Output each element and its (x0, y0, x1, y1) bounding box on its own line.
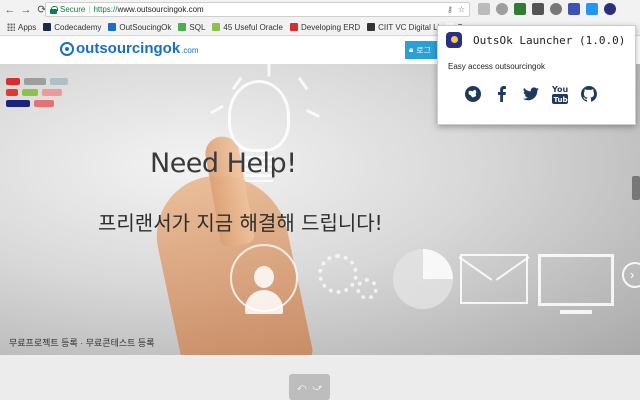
lock-icon (50, 5, 58, 14)
extension-icon-4[interactable] (532, 3, 544, 15)
youtube-icon[interactable]: You Tube (545, 84, 574, 104)
bookmark-favicon-icon (108, 23, 117, 31)
bookmark-label: SQL (189, 22, 206, 32)
bookmark-label: OutSoucingOk (119, 22, 172, 32)
outsok-launcher-extension-icon[interactable] (604, 3, 616, 15)
globe-icon[interactable] (458, 84, 487, 104)
browser-toolbar: ← → ⟳ Secure | https:// www.outsourcingo… (0, 0, 640, 19)
svg-text:You: You (551, 85, 569, 94)
monitor-stand (560, 310, 592, 314)
secure-label: Secure (60, 5, 86, 14)
logo-mark-icon (60, 41, 74, 56)
partner-logo (34, 100, 54, 107)
apps-grid-icon (7, 23, 15, 31)
extension-icon-6[interactable] (568, 3, 580, 15)
partner-logo (6, 78, 20, 85)
partner-logo (6, 100, 30, 107)
site-logo[interactable]: outsourcingok .com (60, 40, 199, 57)
person-icon (254, 266, 274, 288)
url-scheme: https:// (93, 5, 118, 14)
logo-text: outsourcingok (76, 40, 181, 57)
extension-toolbar (478, 3, 616, 15)
login-lock-icon: 🔒︎ (409, 45, 414, 54)
gear-icon (318, 254, 358, 294)
partner-logo (24, 78, 46, 85)
monitor-icon (538, 254, 614, 306)
twitter-icon[interactable] (516, 84, 545, 104)
bookmark-label: Developing ERD (301, 22, 361, 32)
bookmark-item[interactable]: OutSoucingOk (108, 23, 171, 32)
bookmark-item[interactable]: Codecademy (43, 23, 101, 32)
url-host: www.outsourcingok.com (117, 5, 204, 14)
extension-icon-1[interactable] (478, 3, 490, 15)
pie-chart-icon (393, 249, 453, 309)
popup-link-row: You Tube (458, 84, 635, 104)
partner-logo (42, 89, 62, 96)
bookmark-item[interactable]: SQL (178, 23, 205, 32)
bookmark-item[interactable]: CIIT VC Digital Li (367, 23, 439, 32)
scrollbar-thumb[interactable] (632, 176, 640, 200)
extension-icon-7[interactable] (586, 3, 598, 15)
bookmark-item[interactable]: Developing ERD (290, 23, 360, 32)
carousel-controls[interactable]: ⤺ ⤻ (289, 374, 330, 400)
extension-icon-2[interactable] (496, 3, 508, 15)
bookmark-star-icon[interactable]: ☆ (458, 5, 465, 14)
extension-icon-5[interactable] (550, 3, 562, 15)
github-icon[interactable] (574, 84, 603, 104)
address-bar[interactable]: Secure | https:// www.outsourcingok.com … (45, 2, 470, 17)
login-label: 로그 (416, 45, 431, 55)
bookmark-item[interactable]: 45 Useful Oracle (212, 23, 283, 32)
popup-description: Easy access outsourcingok (448, 62, 545, 71)
partner-logos (6, 78, 76, 111)
svg-text:Tube: Tube (553, 96, 569, 104)
register-links[interactable]: 무료프로젝트 등록 · 무료콘테스트 등록 (9, 336, 154, 349)
bookmark-label: 45 Useful Oracle (223, 22, 284, 32)
partner-logo (22, 89, 38, 96)
partner-logo (6, 89, 18, 96)
hero-subheadline: 프리랜서가 지금 해결해 드립니다! (98, 211, 383, 235)
bookmark-label: Apps (18, 22, 37, 32)
bookmark-favicon-icon (290, 23, 299, 31)
envelope-icon (460, 254, 528, 304)
extension-icon-3[interactable] (514, 3, 526, 15)
hero-headline: Need Help! (150, 148, 297, 179)
launcher-logo-icon (446, 32, 462, 48)
address-separator: | (88, 5, 91, 14)
popup-title: OutsOk Launcher (1.0.0) (473, 33, 626, 47)
bookmark-label: Codecademy (54, 22, 102, 32)
partner-logo (50, 78, 68, 85)
next-slide-icon[interactable]: › (622, 262, 640, 288)
lightbulb-icon (228, 80, 290, 152)
extension-popup: OutsOk Launcher (1.0.0) Easy access outs… (437, 25, 636, 125)
facebook-icon[interactable] (487, 84, 516, 104)
login-button[interactable]: 🔒︎ 로그 (405, 41, 439, 59)
key-icon[interactable]: ⚷ (447, 5, 453, 14)
carousel-next-icon[interactable]: ⤻ (313, 382, 323, 393)
bookmark-item[interactable]: Apps (7, 23, 36, 32)
back-arrow-icon[interactable]: ← (4, 4, 16, 16)
bookmark-label: CIIT VC Digital Li (378, 22, 440, 32)
small-gear-icon (356, 278, 378, 300)
logo-suffix: .com (181, 46, 199, 55)
forward-arrow-icon[interactable]: → (20, 4, 32, 16)
bookmark-favicon-icon (212, 23, 221, 31)
bookmark-favicon-icon (178, 23, 187, 31)
bookmark-favicon-icon (367, 23, 376, 31)
carousel-prev-icon[interactable]: ⤺ (297, 382, 307, 393)
bookmark-favicon-icon (43, 23, 52, 31)
